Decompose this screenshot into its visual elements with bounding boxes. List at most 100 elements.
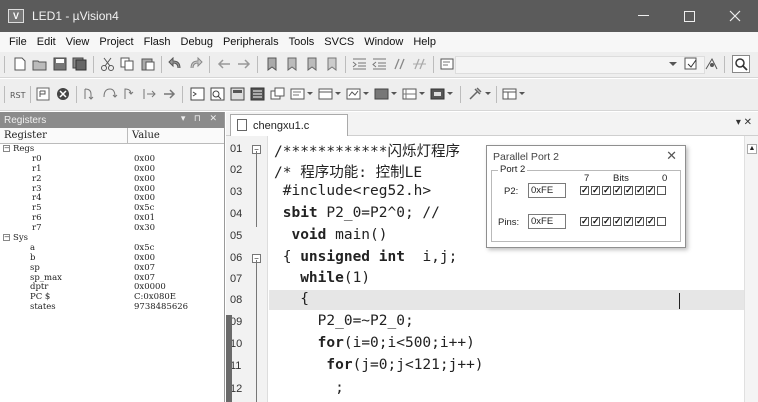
menu-debug[interactable]: Debug	[181, 36, 213, 48]
redo-icon[interactable]	[188, 57, 204, 71]
scroll-up-icon[interactable]: ▲	[747, 144, 757, 154]
registers-window-icon[interactable]	[250, 87, 266, 101]
panel-controls[interactable]: ▾ ⊓ ✕	[181, 113, 220, 124]
show-next-statement-icon[interactable]	[162, 87, 178, 101]
find-in-files-icon[interactable]	[440, 57, 456, 71]
menu-window[interactable]: Window	[364, 36, 403, 48]
menu-project[interactable]: Project	[99, 36, 133, 48]
menu-tools[interactable]: Tools	[289, 36, 315, 48]
reset-icon[interactable]: RST	[10, 87, 26, 101]
pins-value-field[interactable]: 0xFE	[528, 214, 566, 229]
zoom-icon[interactable]	[732, 55, 750, 73]
maximize-button[interactable]	[666, 0, 712, 32]
menu-help[interactable]: Help	[413, 36, 436, 48]
step-over-icon[interactable]	[102, 87, 118, 101]
save-all-icon[interactable]	[72, 57, 88, 71]
save-icon[interactable]	[52, 57, 68, 71]
collapse-icon[interactable]: −	[3, 145, 10, 152]
next-bookmark-icon[interactable]	[304, 57, 320, 71]
stop-icon[interactable]	[56, 87, 72, 101]
indent-icon[interactable]	[352, 57, 368, 71]
checked-icon[interactable]: ✓	[580, 186, 589, 195]
checked-icon[interactable]: ✓	[613, 186, 622, 195]
checked-icon[interactable]: ✓	[624, 217, 633, 226]
unchecked-icon[interactable]	[657, 217, 666, 226]
chevron-down-icon[interactable]	[418, 89, 426, 103]
checked-icon[interactable]: ✓	[624, 186, 633, 195]
checked-icon[interactable]: ✓	[635, 186, 644, 195]
chevron-down-icon[interactable]	[306, 89, 314, 103]
p2-value-field[interactable]: 0xFE	[528, 183, 566, 198]
collapse-icon[interactable]: −	[3, 234, 10, 242]
step-into-icon[interactable]	[82, 87, 98, 101]
chevron-down-icon[interactable]	[484, 89, 492, 103]
chevron-down-icon[interactable]	[668, 57, 678, 71]
unchecked-icon[interactable]	[657, 186, 666, 195]
unindent-icon[interactable]	[372, 57, 388, 71]
chevron-down-icon[interactable]	[518, 89, 526, 103]
register-row[interactable]: states 9738485626	[0, 302, 224, 313]
window-layout-icon[interactable]	[502, 87, 518, 101]
menu-file[interactable]: File	[9, 36, 27, 48]
paste-icon[interactable]	[140, 57, 156, 71]
menu-view[interactable]: View	[66, 36, 90, 48]
close-icon[interactable]: ✕	[666, 148, 677, 164]
incremental-find-icon[interactable]	[684, 57, 700, 71]
checked-icon[interactable]: ✓	[591, 186, 600, 195]
menu-peripherals[interactable]: Peripherals	[223, 36, 279, 48]
register-column-header[interactable]: Register	[0, 128, 128, 143]
register-value[interactable]: 0x30	[128, 223, 155, 234]
checked-icon[interactable]: ✓	[635, 217, 644, 226]
run-icon[interactable]	[36, 87, 52, 101]
close-button[interactable]	[712, 0, 758, 32]
register-row[interactable]: r7 0x30	[0, 223, 224, 234]
prev-bookmark-icon[interactable]	[284, 57, 300, 71]
disassembly-icon[interactable]	[210, 87, 226, 101]
cut-icon[interactable]	[100, 57, 116, 71]
comment-icon[interactable]	[392, 57, 408, 71]
bookmark-icon[interactable]	[264, 57, 280, 71]
checked-icon[interactable]: ✓	[591, 217, 600, 226]
menu-edit[interactable]: Edit	[37, 36, 56, 48]
undo-icon[interactable]	[168, 57, 184, 71]
clear-bookmarks-icon[interactable]	[324, 57, 340, 71]
line-number-gutter[interactable]: 01 02 03 04 05 06 07 08 09 10 11 12− −	[226, 136, 268, 402]
checked-icon[interactable]: ✓	[602, 186, 611, 195]
memory-window-icon[interactable]	[318, 87, 334, 101]
menu-svcs[interactable]: SVCS	[324, 36, 354, 48]
trace-window-icon[interactable]	[402, 87, 418, 101]
step-out-icon[interactable]	[122, 87, 138, 101]
navigate-back-icon[interactable]	[216, 57, 232, 71]
toolbox-icon[interactable]	[468, 87, 484, 101]
chevron-down-icon[interactable]	[362, 89, 370, 103]
symbols-icon[interactable]	[230, 87, 246, 101]
tab-chengxu1-c[interactable]: chengxu1.c	[230, 114, 348, 136]
minimize-button[interactable]	[620, 0, 666, 32]
checked-icon[interactable]: ✓	[646, 217, 655, 226]
serial-window-icon[interactable]	[346, 87, 362, 101]
chevron-down-icon[interactable]	[390, 89, 398, 103]
vertical-scrollbar[interactable]: ▲	[744, 136, 758, 402]
command-window-icon[interactable]	[190, 87, 206, 101]
open-icon[interactable]	[32, 57, 48, 71]
system-viewer-icon[interactable]	[430, 87, 446, 101]
value-column-header[interactable]: Value	[128, 128, 160, 143]
checked-icon[interactable]: ✓	[580, 217, 589, 226]
checked-icon[interactable]: ✓	[613, 217, 622, 226]
checked-icon[interactable]: ✓	[646, 186, 655, 195]
call-stack-icon[interactable]	[270, 87, 286, 101]
chevron-down-icon[interactable]	[446, 89, 454, 103]
chevron-down-icon[interactable]	[334, 89, 342, 103]
checked-icon[interactable]: ✓	[602, 217, 611, 226]
menu-flash[interactable]: Flash	[144, 36, 171, 48]
tab-list-and-close[interactable]: ▾ ✕	[736, 117, 752, 128]
navigate-forward-icon[interactable]	[236, 57, 252, 71]
register-value[interactable]: 9738485626	[128, 302, 188, 313]
watch-window-icon[interactable]	[290, 87, 306, 101]
uncomment-icon[interactable]	[412, 57, 428, 71]
new-file-icon[interactable]	[12, 57, 28, 71]
debug-session-icon[interactable]	[704, 57, 720, 71]
analysis-window-icon[interactable]	[374, 87, 390, 101]
copy-icon[interactable]	[120, 57, 136, 71]
run-to-cursor-icon[interactable]	[142, 87, 158, 101]
